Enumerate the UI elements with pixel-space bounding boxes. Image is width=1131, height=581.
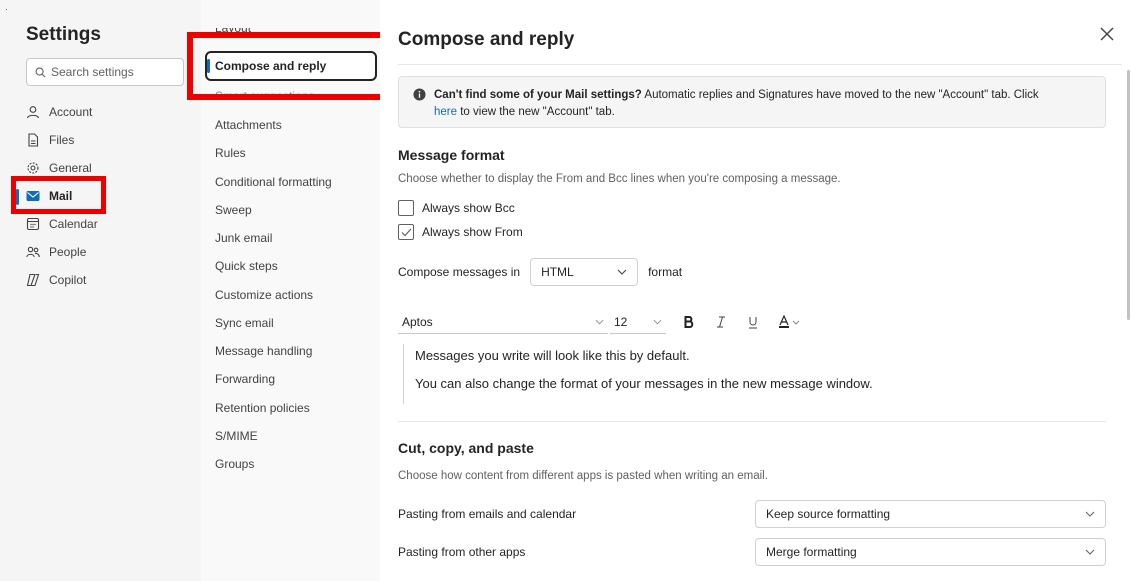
info-bold-text: Can't find some of your Mail settings?	[434, 89, 642, 101]
chevron-down-icon	[1085, 511, 1095, 517]
message-format-description: Choose whether to display the From and B…	[398, 173, 841, 185]
sidebar-item-label: General	[49, 161, 92, 175]
sidebar-item-label: Copilot	[49, 273, 87, 287]
compose-suffix: format	[648, 265, 683, 279]
nav-item-message-handling[interactable]: Message handling	[215, 344, 312, 358]
paste-value: Merge formatting	[766, 545, 857, 559]
sidebar-item-account[interactable]: Account	[26, 99, 198, 125]
sidebar-item-calendar[interactable]: Calendar	[26, 211, 198, 237]
main-content: Compose and reply Can't find some of you…	[380, 0, 1131, 581]
nav-item-retention-policies[interactable]: Retention policies	[215, 401, 310, 415]
underline-icon	[749, 316, 757, 328]
sidebar-item-copilot[interactable]: Copilot	[26, 267, 198, 293]
paste-other-apps-select[interactable]: Merge formatting	[755, 538, 1106, 566]
close-icon[interactable]	[1099, 26, 1115, 42]
font-size-value: 12	[614, 314, 628, 329]
font-select[interactable]: Aptos	[398, 310, 608, 334]
chevron-down-icon	[595, 319, 604, 324]
here-link[interactable]: here	[434, 106, 457, 118]
always-show-bcc-checkbox[interactable]: Always show Bcc	[398, 200, 515, 216]
scrollbar[interactable]	[1127, 70, 1130, 320]
settings-title: Settings	[26, 24, 101, 45]
search-icon	[35, 67, 46, 77]
annotation-highlight-compose	[187, 32, 392, 100]
compose-format-select[interactable]: HTML	[530, 258, 639, 286]
checkbox-label: Always show Bcc	[422, 201, 515, 215]
cut-copy-paste-heading: Cut, copy, and paste	[398, 440, 534, 456]
font-value: Aptos	[402, 314, 433, 329]
paste-label: Pasting from other apps	[398, 545, 526, 559]
sidebar-item-label: Calendar	[49, 217, 98, 231]
font-size-select[interactable]: 12	[610, 310, 666, 334]
preview-line: You can also change the format of your m…	[415, 376, 873, 391]
nav-item-groups[interactable]: Groups	[215, 457, 254, 471]
copilot-icon	[26, 273, 40, 287]
preview-line: Messages you write will look like this b…	[415, 348, 690, 363]
message-format-heading: Message format	[398, 147, 505, 163]
chevron-down-icon	[1085, 549, 1095, 555]
divider	[398, 64, 1122, 65]
sidebar-item-files[interactable]: Files	[26, 127, 198, 153]
cut-copy-paste-description: Choose how content from different apps i…	[398, 470, 768, 482]
people-icon	[26, 246, 40, 258]
sidebar-item-label: People	[49, 245, 87, 259]
nav-item-attachments[interactable]: Attachments	[215, 118, 282, 132]
compose-format-row: Compose messages in HTML format	[398, 258, 682, 286]
compose-prefix: Compose messages in	[398, 265, 521, 279]
nav-item-junk-email[interactable]: Junk email	[215, 231, 272, 245]
paste-value: Keep source formatting	[766, 507, 891, 521]
nav-item-conditional-formatting[interactable]: Conditional formatting	[215, 175, 332, 189]
info-icon	[413, 88, 426, 101]
person-icon	[26, 106, 40, 119]
italic-icon	[717, 316, 725, 328]
paste-other-apps-row: Pasting from other apps Merge formatting	[398, 538, 1106, 566]
info-banner: Can't find some of your Mail settings? A…	[398, 76, 1106, 128]
format-preview: Messages you write will look like this b…	[403, 344, 1103, 404]
nav-item-forwarding[interactable]: Forwarding	[215, 372, 275, 386]
file-icon	[28, 133, 39, 147]
pixel-dot	[6, 9, 7, 10]
font-color-button[interactable]	[776, 312, 804, 332]
underline-button[interactable]	[744, 312, 762, 332]
nav-item-rules[interactable]: Rules	[215, 146, 246, 160]
nav-item-sweep[interactable]: Sweep	[215, 203, 252, 217]
italic-button[interactable]	[712, 312, 730, 332]
annotation-highlight-mail	[11, 176, 106, 214]
compose-format-value: HTML	[541, 265, 574, 279]
format-toolbar: Aptos 12	[398, 310, 804, 334]
font-color-icon	[779, 315, 800, 328]
chevron-down-icon	[653, 319, 662, 324]
search-input[interactable]: Search settings	[26, 58, 184, 86]
nav-item-customize-actions[interactable]: Customize actions	[215, 288, 313, 302]
search-placeholder: Search settings	[51, 65, 134, 79]
paste-label: Pasting from emails and calendar	[398, 507, 577, 521]
paste-emails-select[interactable]: Keep source formatting	[755, 500, 1106, 528]
info-tail: to view the new "Account" tab.	[457, 106, 615, 118]
nav-item-quick-steps[interactable]: Quick steps	[215, 259, 278, 273]
sidebar-item-label: Files	[49, 133, 75, 147]
nav-item-sync-email[interactable]: Sync email	[215, 316, 274, 330]
chevron-down-icon	[617, 269, 627, 275]
checkbox-label: Always show From	[422, 225, 523, 239]
sidebar-item-label: Account	[49, 105, 93, 119]
settings-sidebar: Settings Search settings Account Files G…	[0, 0, 201, 581]
paste-emails-row: Pasting from emails and calendar Keep so…	[398, 500, 1106, 528]
always-show-from-checkbox[interactable]: Always show From	[398, 224, 523, 240]
checkbox-box[interactable]	[398, 200, 414, 216]
gear-icon	[27, 162, 39, 174]
bold-icon	[684, 316, 694, 328]
info-text: Automatic replies and Signatures have mo…	[641, 89, 1039, 101]
nav-item-smime[interactable]: S/MIME	[215, 429, 258, 443]
checkbox-box[interactable]	[398, 224, 414, 240]
sidebar-item-people[interactable]: People	[26, 239, 198, 265]
divider	[398, 421, 1106, 422]
calendar-icon	[26, 217, 40, 231]
bold-button[interactable]	[680, 312, 698, 332]
checkmark-icon	[401, 228, 411, 236]
page-title: Compose and reply	[398, 29, 575, 50]
